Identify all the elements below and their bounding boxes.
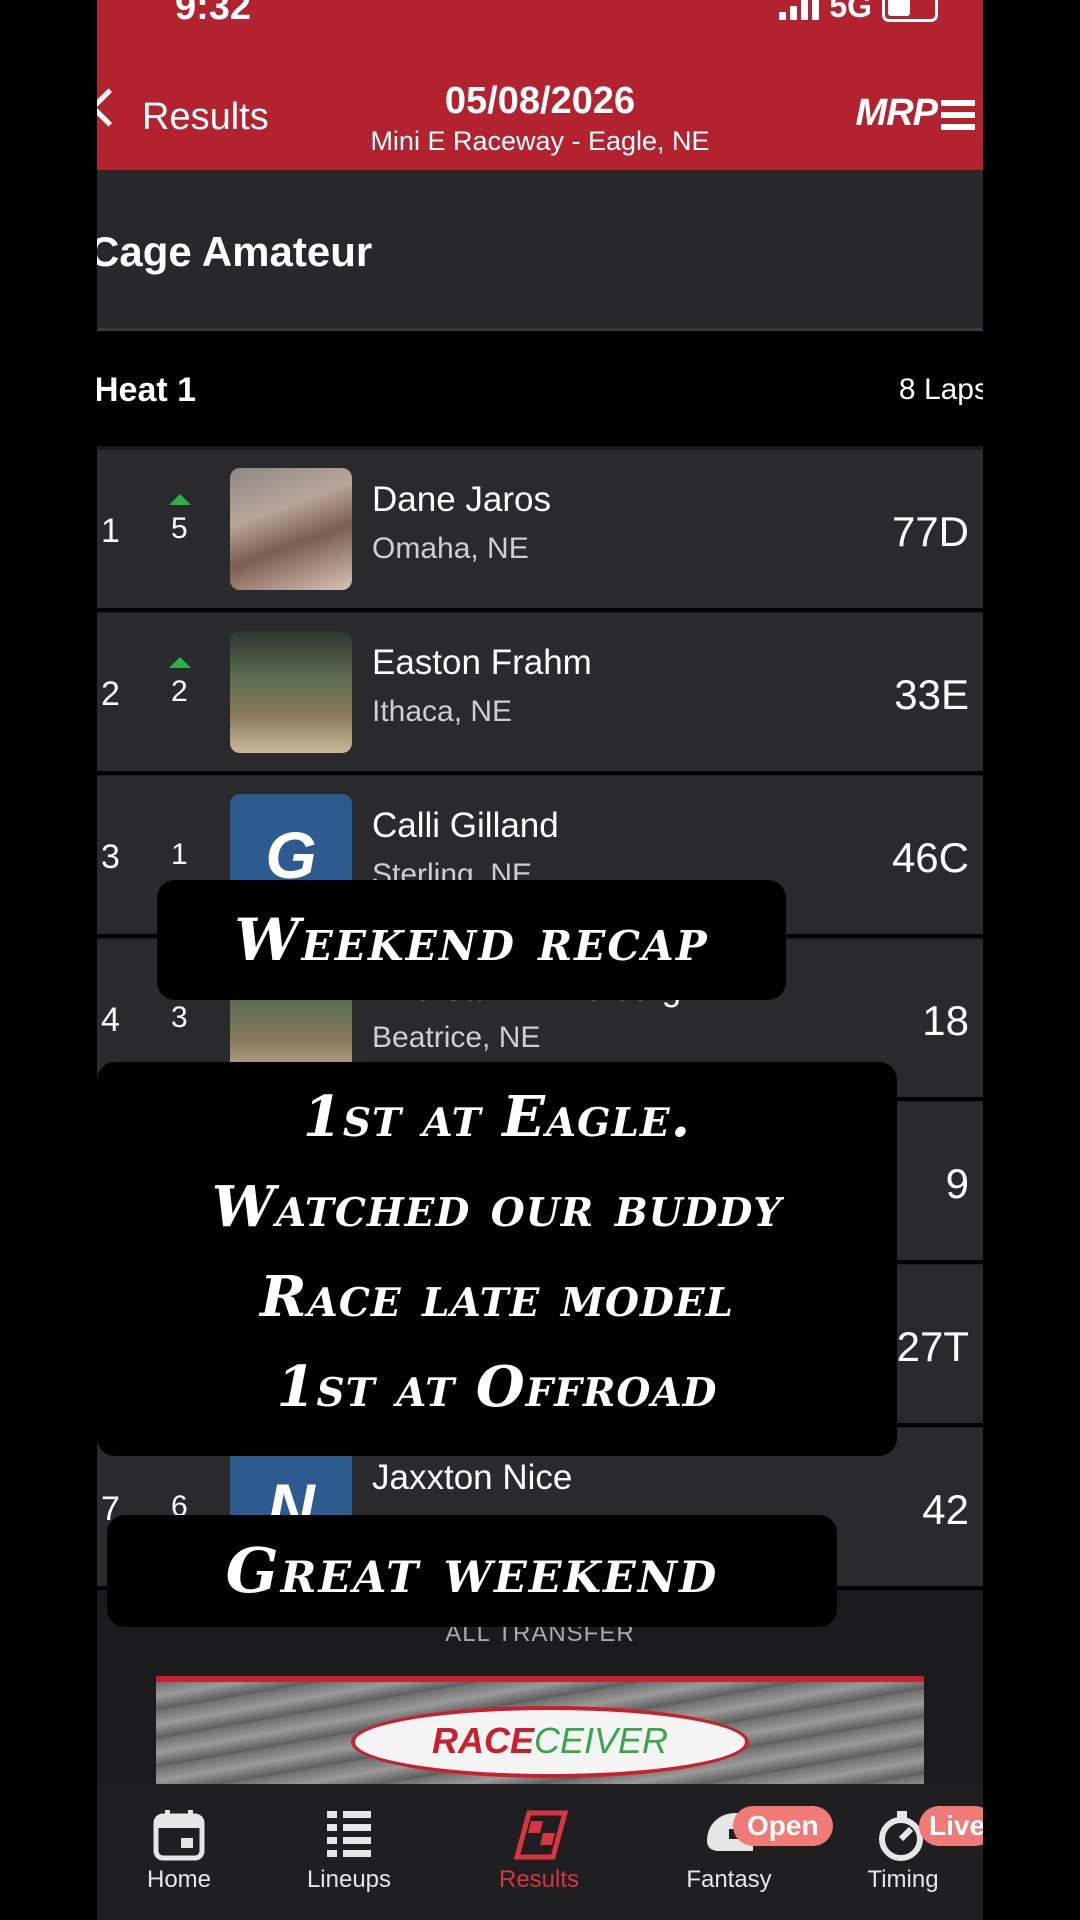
list-icon (269, 1804, 429, 1866)
car-number: 42 (922, 1486, 969, 1533)
status-time: 9:32 (175, 0, 252, 28)
position-up-icon (169, 657, 191, 668)
overlay-recap-text: Weekend recap (157, 880, 786, 1000)
tab-fantasy[interactable]: Fantasy Open (649, 1804, 833, 1894)
driver-name: Easton Frahm (372, 643, 592, 682)
tab-label: Timing (867, 1866, 939, 1893)
heat-laps: 8 Laps (898, 373, 983, 406)
event-venue: Mini E Raceway - Eagle, NE (370, 126, 710, 156)
start-position: 1 (171, 838, 188, 871)
heat-header: Heat 1 8 Laps (97, 331, 983, 446)
tab-label: Home (146, 1866, 212, 1893)
finish-position: 1 (101, 512, 120, 550)
raceceiver-logo: RACECEIVER (351, 1706, 749, 1778)
live-badge: Live (919, 1806, 983, 1846)
driver-name: Dane Jaros (372, 480, 551, 519)
driver-city: Ithaca, NE (372, 695, 513, 728)
battery-icon (882, 0, 938, 22)
tab-timing[interactable]: Timing Live (823, 1804, 983, 1894)
driver-city: Beatrice, NE (372, 1021, 541, 1054)
car-number: 27T (896, 1323, 969, 1370)
overlay-main-text: 1st at Eagle. Watched our buddy Race lat… (97, 1062, 897, 1456)
start-position: 3 (171, 1001, 188, 1034)
class-name: Cage Amateur (97, 228, 373, 275)
car-number: 33E (894, 671, 969, 718)
class-header: Cage Amateur (97, 170, 983, 331)
position-up-icon (169, 494, 191, 505)
driver-photo (230, 631, 352, 753)
car-number: 9 (945, 1160, 969, 1207)
tab-label: Results (498, 1866, 580, 1893)
event-date: 05/08/2026 (444, 80, 636, 122)
tab-results[interactable]: Results (459, 1804, 619, 1894)
status-icons: 5G (779, 0, 938, 25)
bottom-tab-bar: Home Lineups Results Fantasy Open Timing… (97, 1784, 983, 1920)
result-row[interactable]: 2 2 Easton Frahm Ithaca, NE 33E (97, 613, 983, 775)
finish-position: 4 (101, 1001, 120, 1039)
driver-city: Omaha, NE (372, 532, 529, 565)
mrp-logo: MRP (856, 92, 975, 135)
overlay-great-text: Great weekend (107, 1515, 837, 1627)
overlay-line: 1st at Eagle. (302, 1084, 692, 1150)
driver-name: Jaxxton Nice (372, 1458, 573, 1497)
driver-photo (230, 468, 352, 590)
finish-position: 2 (101, 675, 120, 713)
heat-title: Heat 1 (97, 371, 197, 409)
tab-label: Lineups (306, 1866, 392, 1893)
car-number: 77D (891, 508, 969, 555)
overlay-line: 1st at Offroad (276, 1354, 718, 1420)
calendar-icon (99, 1804, 259, 1866)
checkered-flag-icon (459, 1804, 619, 1866)
overlay-line: Watched our buddy (211, 1174, 783, 1240)
car-number: 46C (891, 834, 969, 881)
tab-home[interactable]: Home (99, 1804, 259, 1894)
tab-label: Fantasy (686, 1866, 772, 1893)
raceceiver-ad-banner[interactable]: RACECEIVER (156, 1676, 924, 1788)
overlay-line: Race late model (260, 1264, 734, 1330)
result-row[interactable]: 1 5 Dane Jaros Omaha, NE 77D (97, 450, 983, 612)
tab-lineups[interactable]: Lineups (269, 1804, 429, 1894)
car-number: 18 (922, 997, 969, 1044)
finish-position: 3 (101, 838, 120, 876)
signal-icon (779, 0, 820, 20)
driver-name: Calli Gilland (372, 806, 559, 845)
network-label: 5G (829, 0, 872, 24)
start-position: 5 (171, 512, 188, 545)
open-badge: Open (733, 1806, 833, 1846)
start-position: 2 (171, 675, 188, 708)
header-bar: 9:32 5G Results 05/08/2026 Mini E Racewa… (97, 0, 983, 170)
